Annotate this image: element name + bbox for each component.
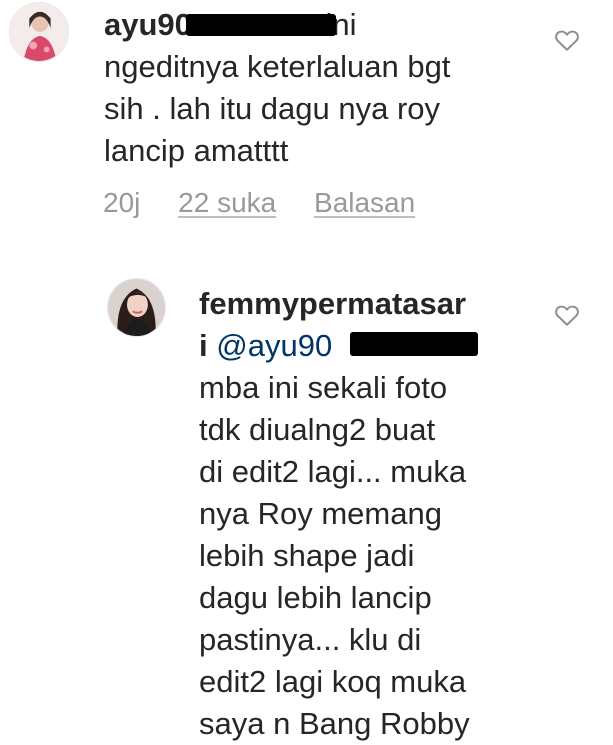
comment1-time: 20j [103,187,141,218]
comment1-likes-link[interactable]: 22 suka [178,187,276,218]
comment1-text: ngeditnya keterlaluan bgt sih . lah itu … [104,49,451,168]
comment2-mention[interactable]: @ayu90 [216,328,332,363]
comment1-meta: 20j 22 suka Balasan [103,187,415,219]
like-heart-icon[interactable] [554,28,580,52]
like-heart-icon[interactable] [554,303,580,327]
comment1-reply-button[interactable]: Balasan [314,187,415,218]
redaction-bar-1 [186,14,336,36]
avatar-femmypermatasari[interactable] [107,278,166,337]
comment1-username[interactable]: ayu90 [104,7,192,42]
redaction-bar-2 [350,332,478,356]
comment2-text: mba ini sekali foto tdk diualng2 buat di… [199,370,470,741]
avatar-ayu90[interactable] [9,2,69,62]
